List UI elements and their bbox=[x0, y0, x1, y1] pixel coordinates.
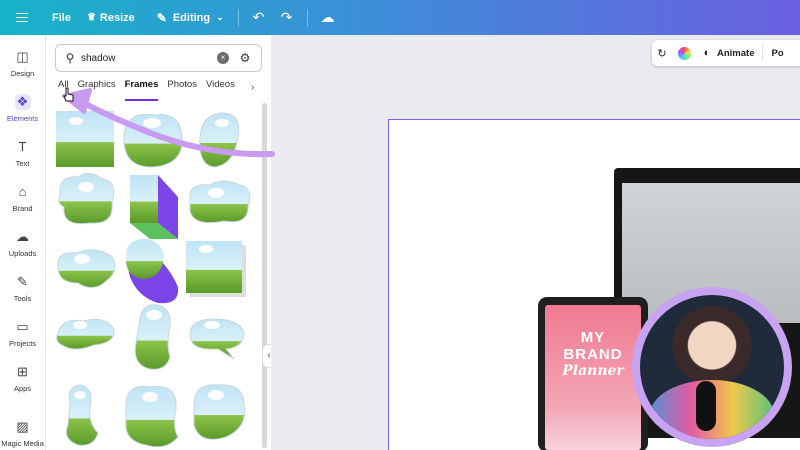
design-icon: ◫ bbox=[16, 49, 29, 64]
rail-item-label: Design bbox=[10, 69, 35, 78]
frame-thumbnail[interactable] bbox=[186, 241, 246, 297]
frame-thumbnail[interactable] bbox=[189, 318, 245, 360]
redo-icon: ↷ bbox=[280, 9, 293, 25]
tools-icon: ✎ bbox=[17, 274, 28, 289]
frame-thumbnail[interactable] bbox=[65, 384, 99, 446]
apps-icon: ⊞ bbox=[17, 364, 28, 379]
rail-item-label: Elements bbox=[6, 114, 39, 123]
tablet-title-line3: Planner bbox=[562, 363, 624, 379]
frame-thumbnail[interactable] bbox=[193, 384, 246, 440]
pencil-icon: ✎ bbox=[156, 10, 167, 25]
search-icon: ⚲ bbox=[65, 51, 75, 65]
animate-button[interactable]: Animate bbox=[717, 48, 754, 59]
tablet-title-line1: MY bbox=[580, 329, 606, 346]
floating-toolbar: ↻ ◐ Animate Po bbox=[652, 40, 800, 66]
frame-thumbnail[interactable] bbox=[189, 180, 251, 224]
menu-button[interactable] bbox=[0, 0, 44, 35]
divider bbox=[306, 8, 308, 27]
frame-thumbnail[interactable] bbox=[125, 239, 179, 304]
editing-label: Editing bbox=[172, 11, 211, 24]
filter-icon[interactable]: ⚙ bbox=[233, 51, 257, 65]
rail-item-text[interactable]: T Text bbox=[0, 139, 45, 168]
rail-item-label: Uploads bbox=[8, 249, 37, 258]
divider bbox=[762, 46, 764, 60]
frame-thumbnail[interactable] bbox=[134, 304, 171, 370]
rail-item-elements[interactable]: ❖ Elements bbox=[0, 94, 45, 123]
rail-item-design[interactable]: ◫ Design bbox=[0, 49, 45, 78]
file-menu[interactable]: File bbox=[44, 0, 79, 35]
frame-thumbnail[interactable] bbox=[56, 318, 115, 350]
top-toolbar: File ♛ Resize ✎ Editing ⌄ ↶ ↷ ☁ bbox=[0, 0, 800, 35]
clear-search-icon[interactable]: × bbox=[217, 52, 229, 64]
undo-icon: ↶ bbox=[252, 9, 265, 25]
annotation-arrow bbox=[62, 88, 275, 158]
chevron-down-icon: ⌄ bbox=[216, 12, 224, 22]
rail-item-tools[interactable]: ✎ Tools bbox=[0, 274, 45, 303]
elements-icon: ❖ bbox=[14, 94, 31, 110]
pointer-hand-icon bbox=[63, 87, 74, 102]
rail-item-label: Text bbox=[15, 159, 30, 168]
projects-icon: ▭ bbox=[16, 319, 29, 334]
crown-icon: ♛ bbox=[86, 12, 96, 23]
rail-item-projects[interactable]: ▭ Projects bbox=[0, 319, 45, 348]
animate-icon: ◐ bbox=[703, 47, 711, 59]
rail-item-apps[interactable]: ⊞ Apps bbox=[0, 364, 45, 393]
frame-thumbnail[interactable] bbox=[57, 249, 116, 288]
color-picker-icon[interactable] bbox=[678, 46, 691, 60]
frame-thumbnail[interactable] bbox=[125, 385, 179, 447]
cloud-save-status[interactable]: ☁ bbox=[314, 0, 342, 35]
rail-item-label: Projects bbox=[8, 339, 37, 348]
search-input[interactable] bbox=[81, 52, 211, 64]
tablet-screen: MY BRAND Planner bbox=[545, 305, 641, 450]
microphone bbox=[696, 381, 716, 431]
rail-item-label: Tools bbox=[13, 294, 32, 303]
divider bbox=[237, 8, 239, 27]
tablet-title-line2: BRAND bbox=[563, 346, 623, 363]
left-rail: ◫ Design ❖ Elements T Text ⌂ Brand ☁ Upl… bbox=[0, 35, 45, 450]
rail-item-label: Brand bbox=[12, 204, 33, 213]
resize-label: Resize bbox=[99, 11, 135, 24]
frame-thumbnail[interactable] bbox=[130, 175, 178, 239]
magic-media-icon: ▨ bbox=[16, 419, 29, 434]
rail-item-brand[interactable]: ⌂ Brand bbox=[0, 184, 45, 213]
rail-item-label: Magic Media bbox=[1, 439, 44, 448]
hamburger-icon bbox=[16, 16, 28, 19]
resize-button[interactable]: ♛ Resize bbox=[79, 0, 143, 35]
presenter-video bbox=[640, 295, 784, 439]
cloud-icon: ☁ bbox=[320, 9, 335, 25]
redo-button[interactable]: ↷ bbox=[273, 0, 301, 35]
comment-icon[interactable]: ↻ bbox=[652, 47, 672, 60]
search-box: ⚲ × ⚙ bbox=[55, 44, 262, 72]
editing-dropdown[interactable]: ✎ Editing ⌄ bbox=[149, 0, 232, 35]
undo-button[interactable]: ↶ bbox=[245, 0, 273, 35]
rail-item-label: Apps bbox=[13, 384, 32, 393]
brand-icon: ⌂ bbox=[18, 184, 27, 199]
frame-thumbnail[interactable] bbox=[58, 173, 115, 225]
text-icon: T bbox=[18, 139, 27, 154]
rail-item-uploads[interactable]: ☁ Uploads bbox=[0, 229, 45, 258]
rail-item-magic-media[interactable]: ▨ Magic Media bbox=[0, 419, 45, 448]
uploads-icon: ☁ bbox=[16, 229, 29, 244]
position-button[interactable]: Po bbox=[771, 48, 783, 59]
